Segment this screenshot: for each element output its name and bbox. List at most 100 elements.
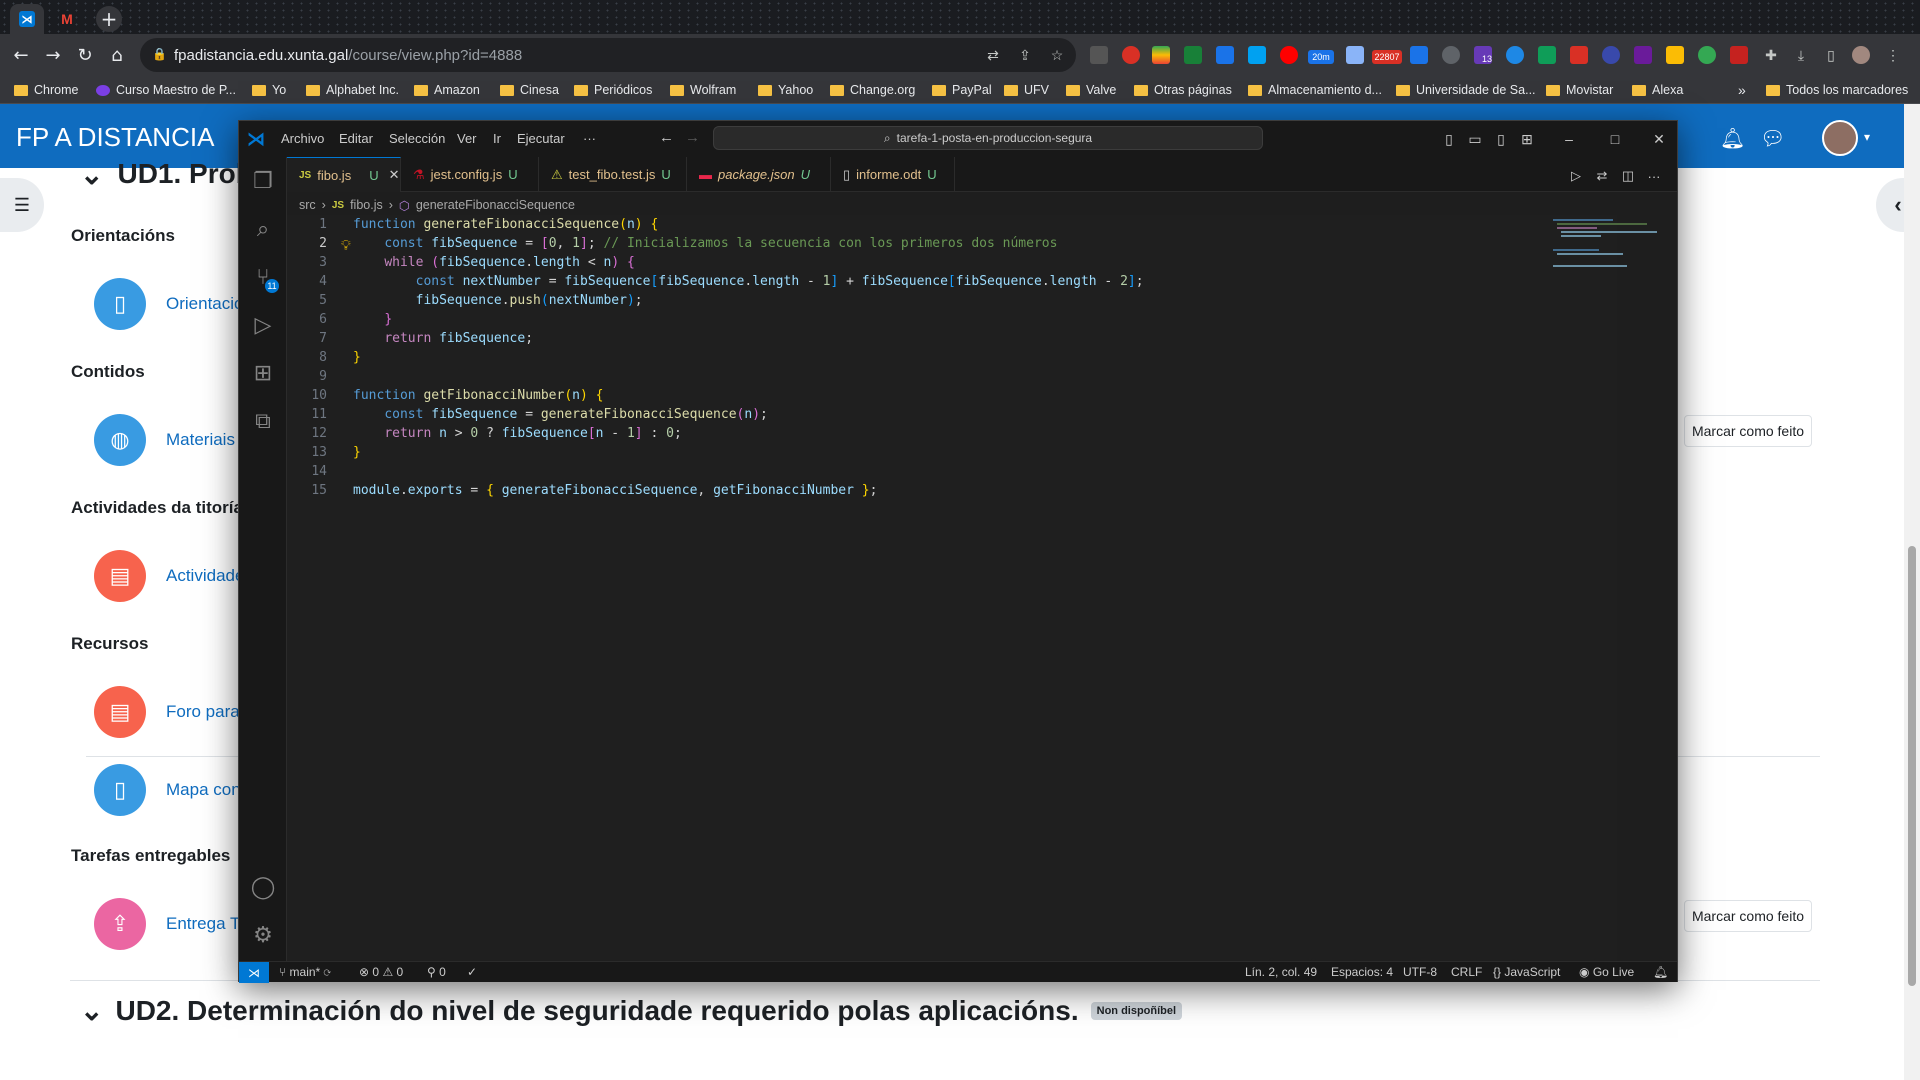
address-bar[interactable]: 🔒 fpadistancia.edu.xunta.gal/course/view… — [140, 38, 1076, 72]
bookmark-item[interactable]: Almacenamiento d... — [1248, 80, 1382, 100]
tab-fibo-js[interactable]: JS fibo.js U ✕ — [287, 157, 401, 192]
reload-button[interactable]: ↻ — [72, 42, 98, 68]
bookmark-item[interactable]: Wolfram — [670, 80, 736, 100]
code-editor[interactable]: 1 2 3 4 5 6 7 8 9 10 11 12 13 14 15 💡︎ function genera… — [287, 215, 1617, 961]
close-window-button[interactable]: ✕ — [1647, 127, 1671, 151]
bookmark-item[interactable]: Yo — [252, 80, 286, 100]
bookmark-item[interactable]: Chrome — [14, 80, 78, 100]
bookmark-item[interactable]: Cinesa — [500, 80, 559, 100]
tab-informe-odt[interactable]: ▯ informe.odt U — [831, 157, 955, 192]
accounts-icon[interactable]: ◯ — [239, 863, 287, 911]
tab-gmail[interactable]: M — [50, 4, 84, 34]
extension-icon[interactable] — [1602, 46, 1620, 64]
lightbulb-icon[interactable]: 💡︎ — [341, 237, 351, 254]
chrome-menu-icon[interactable]: ⋮ — [1884, 46, 1902, 64]
search-icon[interactable]: ⌕ — [239, 205, 287, 253]
messages-icon[interactable]: 💬︎ — [1760, 126, 1785, 151]
extension-timer-badge[interactable]: 20m — [1308, 50, 1334, 64]
extension-ublock-icon[interactable] — [1122, 46, 1140, 64]
menu-archivo[interactable]: Archivo — [281, 131, 324, 146]
extension-icon[interactable] — [1698, 46, 1716, 64]
tab-jest-config[interactable]: ⚗ jest.config.js U — [401, 157, 539, 192]
activity-entrega[interactable]: ⇪ Entrega Tar — [94, 898, 254, 950]
split-editor-icon[interactable]: ◫ — [1617, 165, 1639, 187]
all-bookmarks-folder[interactable]: Todos los marcadores — [1766, 80, 1908, 100]
extension-icon[interactable] — [1346, 46, 1364, 64]
toggle-primary-sidebar-icon[interactable]: ▯ — [1437, 127, 1461, 151]
maximize-button[interactable]: □ — [1603, 127, 1627, 151]
breadcrumb-symbol[interactable]: generateFibonacciSequence — [416, 198, 575, 212]
language-mode[interactable]: {} JavaScript — [1493, 965, 1560, 979]
menu-editar[interactable]: Editar — [339, 131, 373, 146]
menu-ejecutar[interactable]: Ejecutar — [517, 131, 565, 146]
run-debug-icon[interactable]: ▷ — [239, 301, 287, 349]
menu-more[interactable]: ··· — [583, 131, 596, 146]
bookmark-item[interactable]: PayPal — [932, 80, 992, 100]
extension-icon[interactable] — [1184, 46, 1202, 64]
bookmark-item[interactable]: Alphabet Inc. — [306, 80, 399, 100]
bookmark-star-icon[interactable]: ☆ — [1048, 46, 1066, 64]
user-avatar[interactable] — [1822, 120, 1858, 156]
toggle-panel-icon[interactable]: ▭ — [1463, 127, 1487, 151]
extension-eye-icon[interactable] — [1634, 46, 1652, 64]
breadcrumb-file[interactable]: fibo.js — [350, 198, 383, 212]
page-scrollbar-thumb[interactable] — [1908, 546, 1916, 986]
toggle-secondary-sidebar-icon[interactable]: ▯ — [1489, 127, 1513, 151]
tab-vscode[interactable]: ⋊ — [10, 4, 44, 34]
bookmark-item[interactable]: Periódicos — [574, 80, 652, 100]
course-index-toggle[interactable]: ☰ — [0, 178, 44, 232]
menu-ir[interactable]: Ir — [493, 131, 501, 146]
minimize-button[interactable]: – — [1557, 127, 1581, 151]
extensions-puzzle-icon[interactable]: ✚ — [1762, 46, 1780, 64]
download-extension-icon[interactable] — [1410, 46, 1428, 64]
open-changes-icon[interactable]: ⇄ — [1591, 165, 1613, 187]
bookmark-item[interactable]: Amazon — [414, 80, 480, 100]
bookmark-item[interactable]: Curso Maestro de P... — [96, 80, 236, 100]
extension-icon[interactable] — [1216, 46, 1234, 64]
profile-avatar[interactable] — [1852, 46, 1870, 64]
bookmark-item[interactable]: UFV — [1004, 80, 1049, 100]
remote-indicator-icon[interactable]: ⋊ — [239, 962, 269, 983]
extension-icon[interactable] — [1442, 46, 1460, 64]
extension-icon[interactable] — [1090, 46, 1108, 64]
menu-seleccion[interactable]: Selección — [389, 131, 445, 146]
notifications-bell-icon[interactable]: 🔔︎ — [1720, 126, 1745, 151]
bookmark-item[interactable]: Universidade de Sa... — [1396, 80, 1536, 100]
more-actions-icon[interactable]: ··· — [1643, 165, 1665, 187]
share-icon[interactable]: ⇪ — [1016, 46, 1034, 64]
bookmark-item[interactable]: Change.org — [830, 80, 915, 100]
activity-orientacion[interactable]: ▯ Orientacion — [94, 278, 253, 330]
activity-actividades[interactable]: ▤ Actividades — [94, 550, 253, 602]
new-tab-button[interactable]: + — [96, 6, 122, 32]
bookmark-item[interactable]: Movistar — [1546, 80, 1613, 100]
code-content[interactable]: function generateFibonacciSequence(n) { … — [353, 215, 1144, 500]
nav-forward-icon[interactable]: → — [685, 129, 700, 146]
home-button[interactable]: ⌂ — [104, 42, 130, 68]
back-button[interactable]: ← — [8, 42, 34, 68]
go-live-button[interactable]: ◉ Go Live — [1579, 965, 1634, 979]
problems-indicator[interactable]: ⊗ 0 ⚠ 0 — [359, 965, 403, 979]
bookmark-item[interactable]: Alexa — [1632, 80, 1683, 100]
activity-mapa[interactable]: ▯ Mapa conce — [94, 764, 259, 816]
extension-lock-icon[interactable] — [1666, 46, 1684, 64]
source-control-icon[interactable]: ⑂ 11 — [239, 253, 287, 301]
bookmarks-overflow-button[interactable]: » — [1738, 80, 1746, 100]
extension-icon[interactable] — [1538, 46, 1556, 64]
ports-indicator[interactable]: ⚲ 0 — [427, 965, 446, 979]
check-icon[interactable]: ✓ — [467, 965, 477, 979]
bookmark-item[interactable]: Valve — [1066, 80, 1116, 100]
extension-icon[interactable] — [1506, 46, 1524, 64]
mark-done-button[interactable]: Marcar como feito — [1684, 415, 1812, 447]
cursor-position[interactable]: Lín. 2, col. 49 — [1245, 965, 1317, 979]
mark-done-button[interactable]: Marcar como feito — [1684, 900, 1812, 932]
activity-materiais[interactable]: ◍ Materiais da — [94, 414, 259, 466]
extension-badge[interactable]: 13 — [1474, 46, 1492, 64]
encoding[interactable]: UTF-8 — [1403, 965, 1437, 979]
remote-explorer-icon[interactable]: ⧉ — [239, 397, 287, 445]
extension-icon[interactable] — [1280, 46, 1298, 64]
notifications-bell-icon[interactable]: 🔔︎ — [1653, 965, 1668, 979]
extensions-icon[interactable]: ⊞ — [239, 349, 287, 397]
site-brand[interactable]: FP A DISTANCIA — [16, 122, 214, 153]
extension-icon[interactable] — [1152, 46, 1170, 64]
bookmark-item[interactable]: Yahoo — [758, 80, 813, 100]
